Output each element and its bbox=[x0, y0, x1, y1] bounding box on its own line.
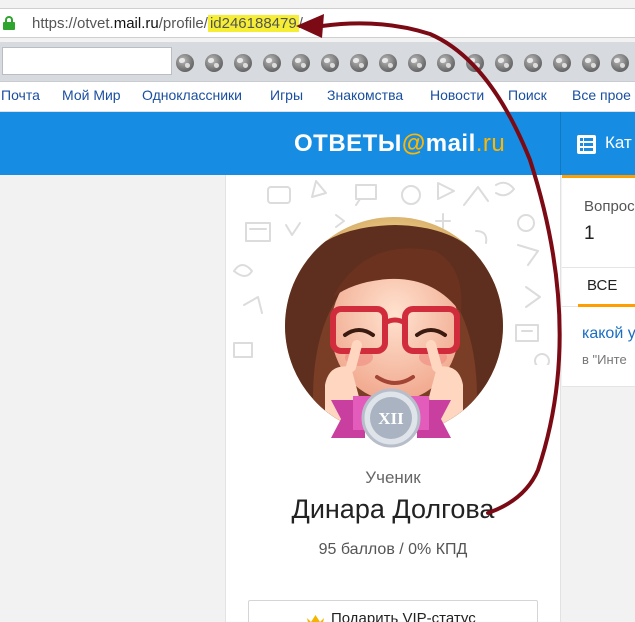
site-header: ОТВЕТЫ@mail.ru Кат bbox=[0, 112, 635, 175]
user-name: Динара Долгова bbox=[291, 494, 495, 524]
globe-icon[interactable] bbox=[350, 54, 368, 72]
list-icon bbox=[577, 135, 596, 154]
globe-icon[interactable] bbox=[582, 54, 600, 72]
url-highlight-profile-id: id246188479 bbox=[207, 15, 299, 32]
question-category: в "Инте bbox=[582, 352, 627, 367]
globe-icon[interactable] bbox=[553, 54, 571, 72]
bookmark-icons bbox=[176, 54, 629, 72]
url-text[interactable]: https://otvet.mail.ru/profile/id24618847… bbox=[32, 15, 303, 32]
questions-count: 1 bbox=[584, 223, 595, 244]
portal-link-ok[interactable]: Одноклассники bbox=[142, 87, 242, 103]
lock-icon bbox=[3, 16, 15, 30]
portal-link-news[interactable]: Новости bbox=[430, 87, 484, 103]
portal-link-all-projects[interactable]: Все прое bbox=[572, 87, 631, 103]
questions-label: Вопросы bbox=[584, 198, 635, 215]
globe-icon[interactable] bbox=[176, 54, 194, 72]
portal-link-search[interactable]: Поиск bbox=[508, 87, 547, 103]
portal-link-mail[interactable]: Почта bbox=[1, 87, 40, 103]
globe-icon[interactable] bbox=[379, 54, 397, 72]
categories-button[interactable]: Кат bbox=[560, 112, 635, 175]
globe-icon[interactable] bbox=[321, 54, 339, 72]
categories-label: Кат bbox=[605, 133, 632, 152]
url-field[interactable]: https://otvet.mail.ru/profile/id24618847… bbox=[0, 8, 635, 38]
portal-nav: Почта Мой Мир Одноклассники Игры Знакомс… bbox=[0, 82, 635, 112]
gift-vip-button[interactable]: Подарить VIP-статус bbox=[248, 600, 538, 622]
globe-icon[interactable] bbox=[292, 54, 310, 72]
question-list-item: какой у в "Инте bbox=[562, 307, 635, 387]
globe-icon[interactable] bbox=[495, 54, 513, 72]
tab-all[interactable]: ВСЕ bbox=[587, 277, 617, 294]
questions-tabs: ВСЕ bbox=[562, 267, 635, 307]
toolbar-search-input[interactable] bbox=[2, 47, 172, 75]
level-badge: XII bbox=[331, 388, 451, 448]
otvety-logo[interactable]: ОТВЕТЫ@mail.ru bbox=[294, 130, 505, 160]
globe-icon[interactable] bbox=[611, 54, 629, 72]
question-title-link[interactable]: какой у bbox=[582, 325, 635, 343]
portal-link-my-world[interactable]: Мой Мир bbox=[62, 87, 121, 103]
globe-icon[interactable] bbox=[263, 54, 281, 72]
badge-level-text: XII bbox=[378, 409, 404, 428]
globe-icon[interactable] bbox=[466, 54, 484, 72]
globe-icon[interactable] bbox=[205, 54, 223, 72]
questions-stat-card: Вопросы 1 bbox=[562, 175, 635, 267]
globe-icon[interactable] bbox=[408, 54, 426, 72]
user-stats: 95 баллов / 0% КПД bbox=[318, 541, 468, 558]
browser-address-bar: https://otvet.mail.ru/profile/id24618847… bbox=[0, 0, 635, 42]
user-rank: Ученик bbox=[365, 468, 421, 487]
left-sidebar bbox=[0, 175, 226, 622]
crown-icon bbox=[307, 615, 324, 622]
globe-icon[interactable] bbox=[437, 54, 455, 72]
globe-icon[interactable] bbox=[524, 54, 542, 72]
browser-toolbar bbox=[0, 42, 635, 82]
portal-link-games[interactable]: Игры bbox=[270, 87, 303, 103]
portal-link-dating[interactable]: Знакомства bbox=[327, 87, 403, 103]
globe-icon[interactable] bbox=[234, 54, 252, 72]
gift-vip-label: Подарить VIP-статус bbox=[331, 610, 476, 622]
